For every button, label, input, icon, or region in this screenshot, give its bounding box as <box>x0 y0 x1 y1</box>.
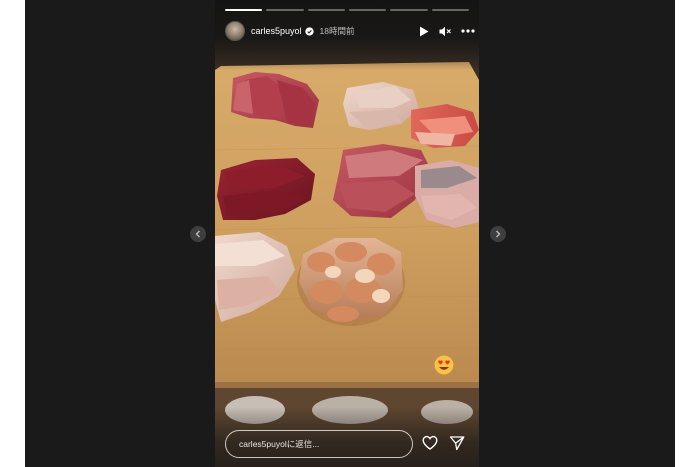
progress-segment <box>348 9 387 11</box>
play-icon <box>420 26 429 36</box>
play-button[interactable] <box>419 26 429 37</box>
speaker-muted-icon <box>439 26 451 36</box>
story-progress-bar <box>225 9 469 11</box>
heart-icon[interactable] <box>422 435 438 451</box>
previous-story-button[interactable] <box>190 226 206 242</box>
story-photo <box>215 0 479 467</box>
chevron-left-icon <box>195 230 200 238</box>
timestamp: 18時間前 <box>319 26 355 36</box>
avatar[interactable] <box>225 21 245 41</box>
chevron-right-icon <box>496 230 501 238</box>
reply-placeholder: carles5puyolに返信... <box>239 439 320 449</box>
next-story-button[interactable] <box>490 226 506 242</box>
username[interactable]: carles5puyol <box>251 26 302 36</box>
more-options-button[interactable] <box>461 29 475 33</box>
reply-input[interactable]: carles5puyolに返信... <box>225 430 413 458</box>
heart-eyes-emoji <box>434 355 454 375</box>
progress-segment <box>431 9 469 11</box>
progress-fill <box>225 9 263 11</box>
progress-segment <box>266 9 304 11</box>
story-frame[interactable]: carles5puyol 18時間前 carles5puyolに返信... <box>215 0 479 467</box>
story-header: carles5puyol 18時間前 <box>225 20 475 42</box>
verified-badge-icon <box>304 26 314 36</box>
progress-segment <box>225 9 263 11</box>
mute-button[interactable] <box>439 26 451 37</box>
paper-plane-icon[interactable] <box>449 435 465 451</box>
progress-segment <box>307 9 345 11</box>
more-dots-icon <box>461 29 475 33</box>
progress-segment <box>390 9 428 11</box>
